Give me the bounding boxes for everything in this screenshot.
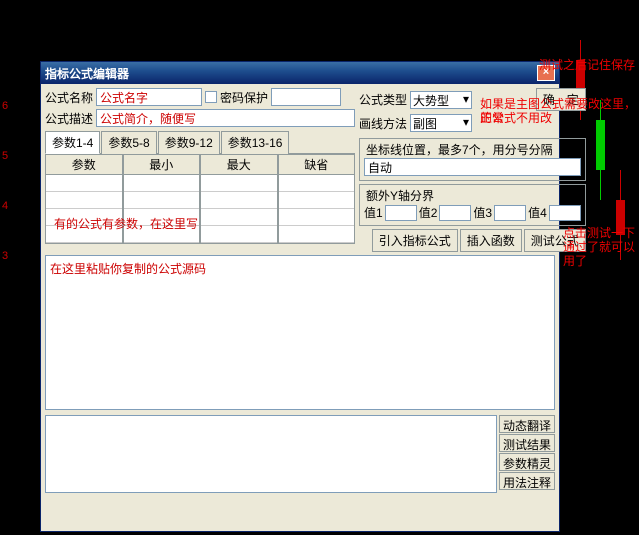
param-cell[interactable] bbox=[46, 192, 122, 209]
tab-params-13-16[interactable]: 参数13-16 bbox=[221, 131, 290, 154]
col-param: 参数 bbox=[46, 155, 122, 175]
param-wizard-button[interactable]: 参数精灵 bbox=[499, 453, 555, 471]
usage-note-button[interactable]: 用法注释 bbox=[499, 472, 555, 490]
col-default: 缺省 bbox=[279, 155, 355, 175]
label-draw: 画线方法 bbox=[359, 115, 407, 132]
param-cell[interactable] bbox=[201, 209, 277, 226]
val4-input[interactable] bbox=[549, 205, 581, 221]
label-val1: 值1 bbox=[364, 204, 383, 221]
param-cell[interactable] bbox=[279, 226, 355, 243]
y-axis-6: 6 bbox=[2, 100, 8, 112]
password-input[interactable] bbox=[271, 88, 341, 106]
dyn-translate-button[interactable]: 动态翻译 bbox=[499, 415, 555, 433]
param-cell[interactable] bbox=[279, 209, 355, 226]
insert-func-button[interactable]: 插入函数 bbox=[460, 229, 522, 252]
col-min: 最小 bbox=[124, 155, 200, 175]
label-val4: 值4 bbox=[528, 204, 547, 221]
candle bbox=[596, 120, 605, 170]
window-title: 指标公式编辑器 bbox=[45, 65, 129, 82]
extra-y-legend: 额外Y轴分界 bbox=[364, 187, 436, 204]
coord-input[interactable] bbox=[364, 158, 581, 176]
coord-legend: 坐标线位置，最多7个，用分号分隔 bbox=[364, 141, 555, 158]
label-val2: 值2 bbox=[419, 204, 438, 221]
param-cell[interactable] bbox=[201, 192, 277, 209]
code-textarea[interactable] bbox=[45, 255, 555, 410]
note-right2: 的公式不用改 bbox=[480, 111, 552, 125]
val3-input[interactable] bbox=[494, 205, 526, 221]
param-cell[interactable] bbox=[279, 192, 355, 209]
param-cell[interactable] bbox=[201, 226, 277, 243]
type-select[interactable]: 大势型 bbox=[410, 91, 472, 109]
password-checkbox[interactable] bbox=[205, 91, 217, 103]
col-max: 最大 bbox=[201, 155, 277, 175]
message-area[interactable] bbox=[45, 415, 497, 493]
note-top: 测试之后记住保存 bbox=[539, 58, 635, 72]
y-axis-5: 5 bbox=[2, 150, 8, 162]
tab-params-1-4[interactable]: 参数1-4 bbox=[45, 131, 100, 154]
label-password: 密码保护 bbox=[220, 89, 268, 106]
label-desc: 公式描述 bbox=[45, 110, 93, 127]
import-formula-button[interactable]: 引入指标公式 bbox=[372, 229, 458, 252]
note-test: 点击测试一下 通过了就可以 用了 bbox=[563, 226, 635, 268]
y-axis-3: 3 bbox=[2, 250, 8, 262]
draw-select[interactable]: 副图 bbox=[410, 114, 472, 132]
param-cell[interactable] bbox=[279, 175, 355, 192]
param-cell[interactable] bbox=[124, 175, 200, 192]
param-cell[interactable] bbox=[201, 175, 277, 192]
test-result-button[interactable]: 测试结果 bbox=[499, 434, 555, 452]
label-name: 公式名称 bbox=[45, 89, 93, 106]
desc-input[interactable] bbox=[96, 109, 355, 127]
val2-input[interactable] bbox=[439, 205, 471, 221]
tab-params-5-8[interactable]: 参数5-8 bbox=[101, 131, 156, 154]
label-val3: 值3 bbox=[473, 204, 492, 221]
editor-window: 指标公式编辑器 × 公式名称 密码保护 公式描述 参数1-4 参数5 bbox=[40, 61, 560, 532]
val1-input[interactable] bbox=[385, 205, 417, 221]
param-tabs: 参数1-4 参数5-8 参数9-12 参数13-16 bbox=[45, 130, 355, 154]
titlebar[interactable]: 指标公式编辑器 × bbox=[41, 62, 559, 84]
label-type: 公式类型 bbox=[359, 91, 407, 108]
param-cell[interactable] bbox=[46, 175, 122, 192]
tab-params-9-12[interactable]: 参数9-12 bbox=[158, 131, 220, 154]
param-cell[interactable] bbox=[124, 192, 200, 209]
name-input[interactable] bbox=[96, 88, 202, 106]
y-axis-4: 4 bbox=[2, 200, 8, 212]
param-hint: 有的公式有参数，在这里写 bbox=[54, 215, 198, 232]
